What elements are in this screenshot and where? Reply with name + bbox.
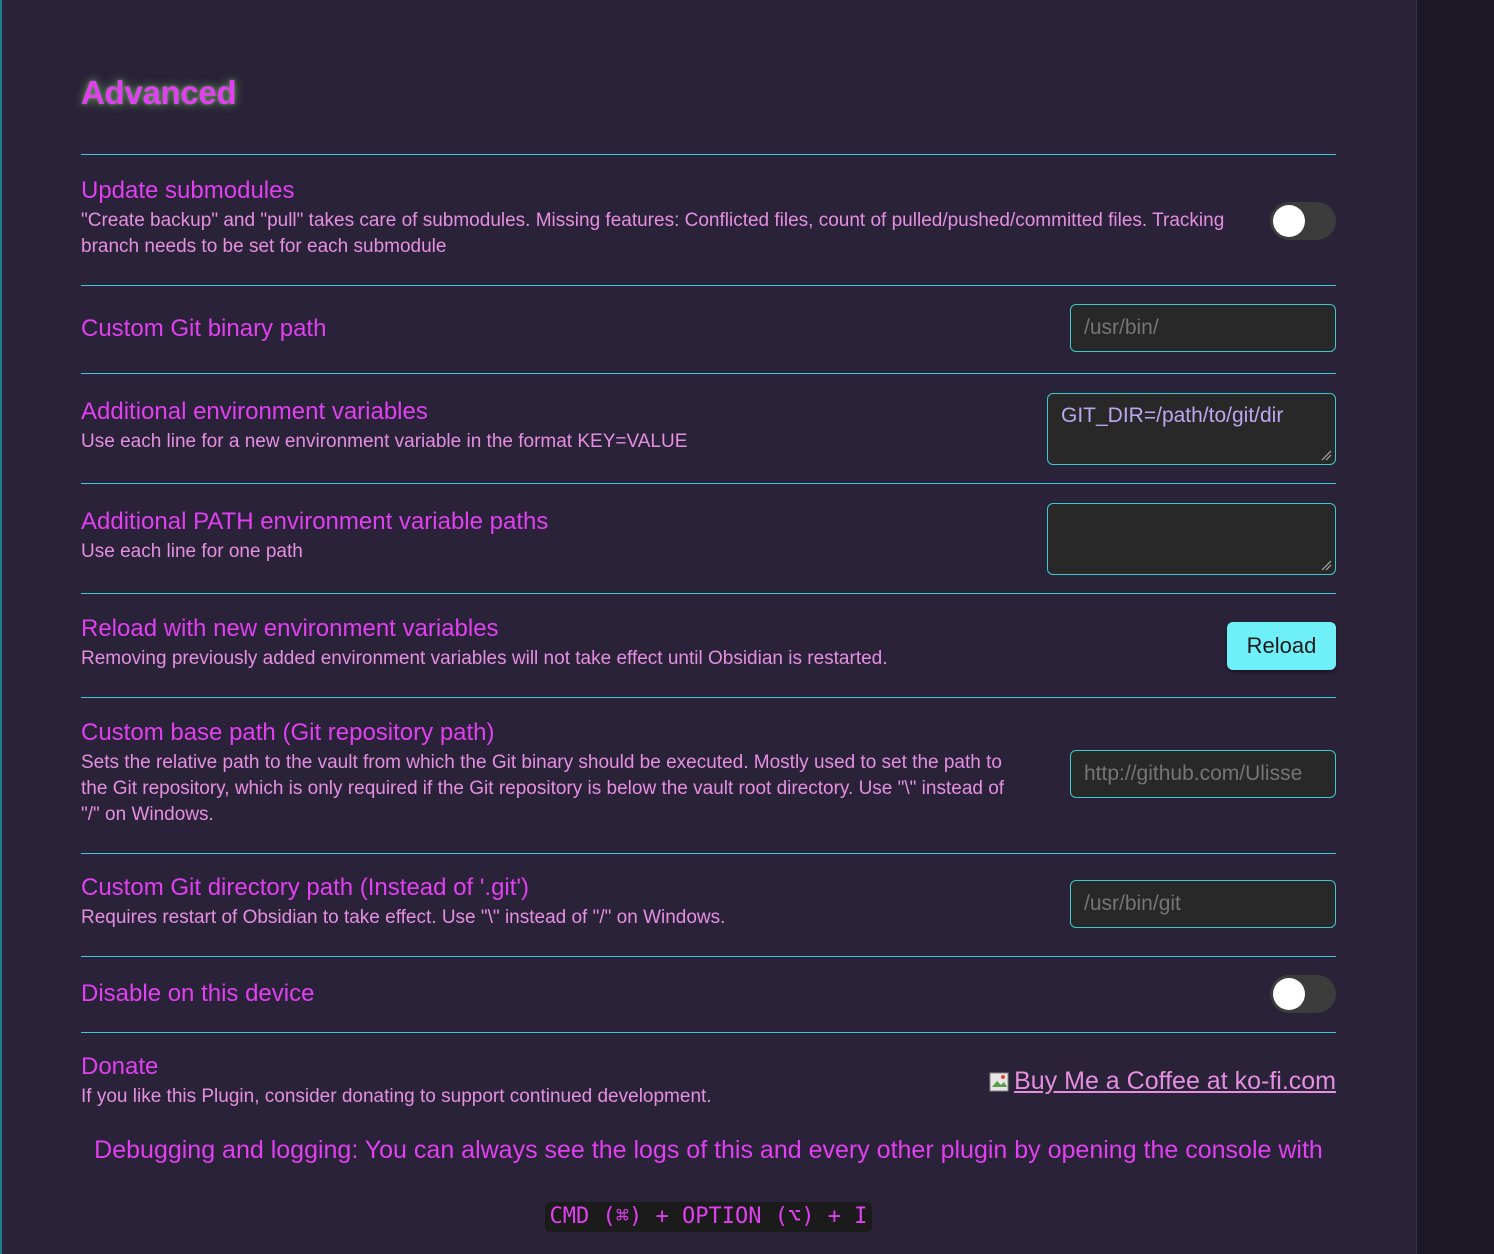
window-left-border — [0, 0, 2, 1254]
kofi-link-text: Buy Me a Coffee at ko-fi.com — [1014, 1067, 1336, 1095]
base-path-input[interactable] — [1070, 750, 1336, 798]
divider — [81, 853, 1336, 854]
broken-image-icon — [988, 1069, 1012, 1095]
section-heading-advanced: Advanced — [81, 74, 237, 111]
setting-reload-env: Reload with new environment variables Re… — [81, 614, 1336, 672]
setting-name: Reload with new environment variables — [81, 615, 499, 642]
setting-disable-device: Disable on this device — [81, 979, 1336, 1009]
path-vars-textarea[interactable] — [1047, 503, 1336, 575]
toggle-knob — [1273, 978, 1305, 1010]
reload-button[interactable]: Reload — [1227, 622, 1336, 670]
setting-description: Sets the relative path to the vault from… — [81, 752, 1005, 825]
settings-window: Advanced Update submodules "Create backu… — [0, 0, 1494, 1254]
keyboard-shortcut: CMD (⌘) + OPTION (⌥) + I — [545, 1202, 872, 1232]
divider — [81, 956, 1336, 957]
resize-grip-icon[interactable] — [1320, 559, 1332, 571]
env-vars-textarea[interactable]: GIT_DIR=/path/to/git/dir — [1047, 393, 1336, 465]
setting-update-submodules: Update submodules "Create backup" and "p… — [81, 176, 1336, 260]
textarea-placeholder: GIT_DIR=/path/to/git/dir — [1061, 404, 1284, 427]
git-binary-path-input[interactable] — [1070, 304, 1336, 352]
divider — [81, 593, 1336, 594]
resize-grip-icon[interactable] — [1320, 449, 1332, 461]
divider — [81, 285, 1336, 286]
setting-name: Update submodules — [81, 177, 295, 204]
kofi-donate-link[interactable]: Buy Me a Coffee at ko-fi.com — [988, 1067, 1336, 1096]
divider — [81, 483, 1336, 484]
setting-description: Removing previously added environment va… — [81, 648, 888, 669]
debug-note: Debugging and logging: You can always se… — [94, 1136, 1323, 1164]
divider — [81, 154, 1336, 155]
setting-name: Custom base path (Git repository path) — [81, 719, 495, 746]
right-side-panel — [1416, 0, 1494, 1254]
divider — [81, 1032, 1336, 1033]
setting-description: "Create backup" and "pull" takes care of… — [81, 210, 1225, 257]
update-submodules-toggle[interactable] — [1270, 202, 1336, 240]
divider — [81, 373, 1336, 374]
git-dir-path-input[interactable] — [1070, 880, 1336, 928]
setting-name: Disable on this device — [81, 980, 315, 1007]
disable-device-toggle[interactable] — [1270, 975, 1336, 1013]
toggle-knob — [1273, 205, 1305, 237]
divider — [81, 697, 1336, 698]
